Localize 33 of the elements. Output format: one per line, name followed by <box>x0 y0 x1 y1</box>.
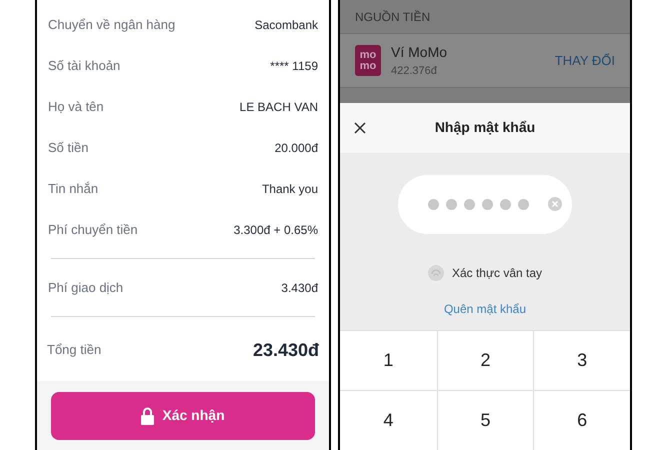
keypad-key[interactable]: 4 <box>340 390 437 450</box>
clear-icon[interactable] <box>548 197 562 212</box>
total-amount: 23.430đ <box>252 338 319 362</box>
keypad-key[interactable]: 3 <box>533 330 630 390</box>
keypad-key[interactable]: 6 <box>533 390 630 450</box>
keypad-key[interactable]: 2 <box>436 330 534 390</box>
row-value: Thank you <box>262 180 318 198</box>
fingerprint-label[interactable]: Xác thực vân tay <box>452 264 542 282</box>
row-value: 20.000đ <box>274 140 318 156</box>
row-value: **** 1159 <box>270 58 318 74</box>
close-icon[interactable] <box>354 122 366 134</box>
fingerprint-icon[interactable] <box>428 264 444 281</box>
sheet-title: Nhập mật khẩu <box>434 118 536 138</box>
row-value: 3.430đ <box>281 280 318 296</box>
confirm-button[interactable]: Xác nhận <box>51 392 315 440</box>
row-label: Số tài khoản <box>48 56 120 75</box>
keypad-key[interactable]: 1 <box>340 330 437 390</box>
section-header: NGUỒN TIỀN <box>355 8 430 26</box>
wallet-name: Ví MoMo <box>391 42 448 62</box>
wallet-balance: 422.376đ <box>391 64 438 79</box>
keypad-key[interactable]: 5 <box>436 390 534 450</box>
row-value: LE BACH VAN <box>240 98 318 116</box>
row-label: Phí giao dịch <box>48 278 124 297</box>
row-value: 3.300đ + 0.65% <box>234 222 318 238</box>
row-label: Phí chuyển tiền <box>48 220 138 239</box>
row-label: Tin nhắn <box>48 180 98 198</box>
row-label: Họ và tên <box>48 98 104 116</box>
lock-icon <box>141 406 154 424</box>
wallet-logo: mo mo <box>355 45 381 76</box>
total-label: Tổng tiền <box>47 341 102 360</box>
row-label: Chuyển về ngân hàng <box>48 16 176 34</box>
row-label: Số tiền <box>48 138 88 157</box>
row-value: Sacombank <box>254 16 318 34</box>
